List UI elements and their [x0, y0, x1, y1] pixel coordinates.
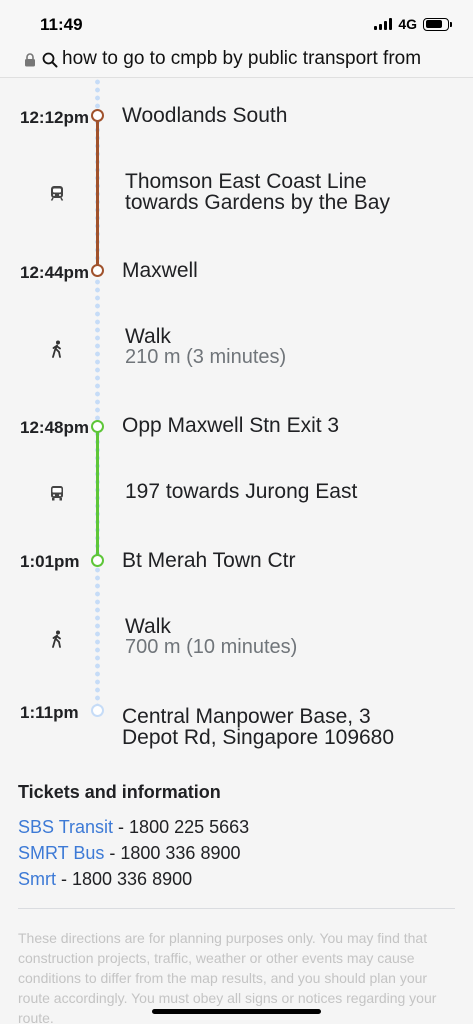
- battery-icon: [423, 17, 452, 31]
- stop-time: 12:48pm: [20, 418, 89, 437]
- bus-route-name[interactable]: 197 towards Jurong East: [125, 481, 357, 502]
- url-text[interactable]: how to go to cmpb by public transport fr…: [62, 48, 421, 70]
- stop-node: [91, 420, 104, 433]
- operator-link[interactable]: SBS Transit: [18, 817, 113, 837]
- operator-link[interactable]: SMRT Bus: [18, 843, 104, 863]
- walk-icon: [48, 340, 66, 358]
- stop-node: [91, 554, 104, 567]
- walk-detail: 700 m (10 minutes): [125, 636, 298, 658]
- operator-phone: - 1800 225 5663: [113, 817, 250, 837]
- signal-icon: [374, 18, 393, 30]
- walk-title: Walk: [125, 615, 171, 638]
- walk-detail: 210 m (3 minutes): [125, 346, 287, 368]
- status-bar: 11:49 4G: [0, 0, 473, 44]
- stop-node: [91, 109, 104, 122]
- train-icon: [48, 184, 66, 202]
- ticket-info-row: SMRT Bus - 1800 336 8900: [18, 840, 458, 866]
- stop-time: 12:44pm: [20, 263, 89, 282]
- walk-icon: [48, 630, 66, 648]
- status-time: 11:49: [40, 15, 83, 34]
- operator-phone: - 1800 336 8900: [56, 869, 193, 889]
- ticket-info-row: Smrt - 1800 336 8900: [18, 866, 458, 892]
- stop-time: 1:01pm: [20, 552, 80, 571]
- arrival-time: 1:11pm: [20, 703, 79, 722]
- tickets-section: Tickets and information SBS Transit - 18…: [18, 782, 458, 892]
- search-icon: [42, 52, 58, 68]
- stop-node: [91, 264, 104, 277]
- address-bar[interactable]: how to go to cmpb by public transport fr…: [0, 44, 473, 78]
- stop-time: 12:12pm: [20, 108, 89, 127]
- stop-name[interactable]: Maxwell: [122, 260, 198, 281]
- stop-name[interactable]: Bt Merah Town Ctr: [122, 550, 296, 571]
- route-timeline: 12:12pm Woodlands South Thomson East Coa…: [0, 78, 473, 768]
- bus-icon: [48, 484, 66, 502]
- status-indicators: 4G: [374, 16, 452, 32]
- transit-direction: towards Gardens by the Bay: [125, 191, 390, 214]
- network-type: 4G: [398, 16, 417, 32]
- stop-name[interactable]: Opp Maxwell Stn Exit 3: [122, 415, 339, 436]
- ticket-info-row: SBS Transit - 1800 225 5663: [18, 814, 458, 840]
- home-indicator[interactable]: [152, 1009, 321, 1014]
- destination-address: Depot Rd, Singapore 109680: [122, 726, 395, 749]
- transit-line-name[interactable]: Thomson East Coast Line: [125, 171, 367, 192]
- walk-title: Walk: [125, 325, 171, 348]
- battery-level: [425, 20, 443, 28]
- operator-phone: - 1800 336 8900: [104, 843, 241, 863]
- bus-line-segment: [96, 427, 99, 561]
- stop-name[interactable]: Woodlands South: [122, 105, 287, 126]
- destination-name[interactable]: Central Manpower Base, 3: [122, 706, 371, 727]
- train-line-segment: [96, 116, 99, 270]
- destination-node: [91, 704, 104, 717]
- lock-icon: [25, 53, 35, 67]
- operator-link[interactable]: Smrt: [18, 869, 56, 889]
- divider: [18, 908, 455, 909]
- tickets-heading: Tickets and information: [18, 782, 221, 802]
